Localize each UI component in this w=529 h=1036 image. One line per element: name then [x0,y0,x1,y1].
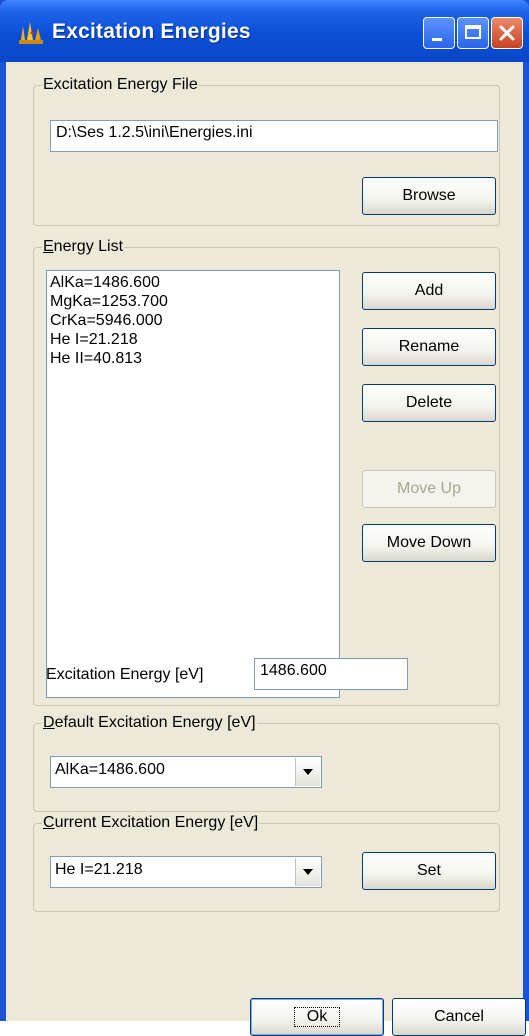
list-item[interactable]: MgKa=1253.700 [50,292,336,311]
list-item[interactable]: AlKa=1486.600 [50,273,336,292]
current-energy-legend: Current Excitation Energy [eV] [43,814,259,831]
list-item[interactable]: He II=40.813 [50,349,336,368]
add-button-label: Add [414,282,444,299]
browse-button-label: Browse [402,187,456,204]
delete-button[interactable]: Delete [362,384,496,422]
delete-button-label: Delete [405,394,453,411]
title-bar[interactable]: Excitation Energies [0,0,529,62]
set-button[interactable]: Set [362,852,496,890]
close-button[interactable] [491,17,523,49]
excitation-energy-input[interactable]: 1486.600 [254,658,408,690]
window-title: Excitation Energies [52,20,251,43]
ok-button-label: Ok [293,1007,341,1027]
maximize-button[interactable] [457,17,489,49]
energy-listbox[interactable]: AlKa=1486.600 MgKa=1253.700 CrKa=5946.00… [46,270,340,698]
default-energy-select[interactable]: AlKa=1486.600 [50,756,322,788]
move-up-button[interactable]: Move Up [362,470,496,508]
current-energy-select[interactable]: He I=21.218 [50,856,322,888]
minimize-button[interactable] [423,17,455,49]
cancel-button-label: Cancel [434,1008,484,1025]
list-item[interactable]: He I=21.218 [50,330,336,349]
ok-button[interactable]: Ok [250,998,384,1036]
rename-button[interactable]: Rename [362,328,496,366]
list-item[interactable]: CrKa=5946.000 [50,311,336,330]
dialog-window: Excitation Energies Excitation Energy Fi… [0,0,529,1036]
chevron-down-icon[interactable] [295,758,320,786]
add-button[interactable]: Add [362,272,496,310]
cancel-button[interactable]: Cancel [392,998,526,1036]
move-down-button[interactable]: Move Down [362,524,496,562]
energy-list-legend: Energy List [43,238,124,255]
default-energy-value: AlKa=1486.600 [55,761,165,778]
rename-button-label: Rename [398,338,460,355]
file-group-legend: Excitation Energy File [43,76,198,93]
move-up-button-label: Move Up [396,480,462,497]
dialog-client-area: Excitation Energy File D:\Ses 1.2.5\ini\… [6,62,526,1036]
move-down-button-label: Move Down [386,534,472,551]
file-path-input[interactable]: D:\Ses 1.2.5\ini\Energies.ini [50,120,498,152]
browse-button[interactable]: Browse [362,177,496,215]
close-icon [499,25,515,41]
default-energy-legend: Default Excitation Energy [eV] [43,714,256,731]
chevron-down-icon[interactable] [295,858,320,886]
set-button-label: Set [416,862,441,879]
app-icon [19,22,43,44]
excitation-energy-label: Excitation Energy [eV] [46,666,204,683]
current-energy-value: He I=21.218 [55,861,143,878]
